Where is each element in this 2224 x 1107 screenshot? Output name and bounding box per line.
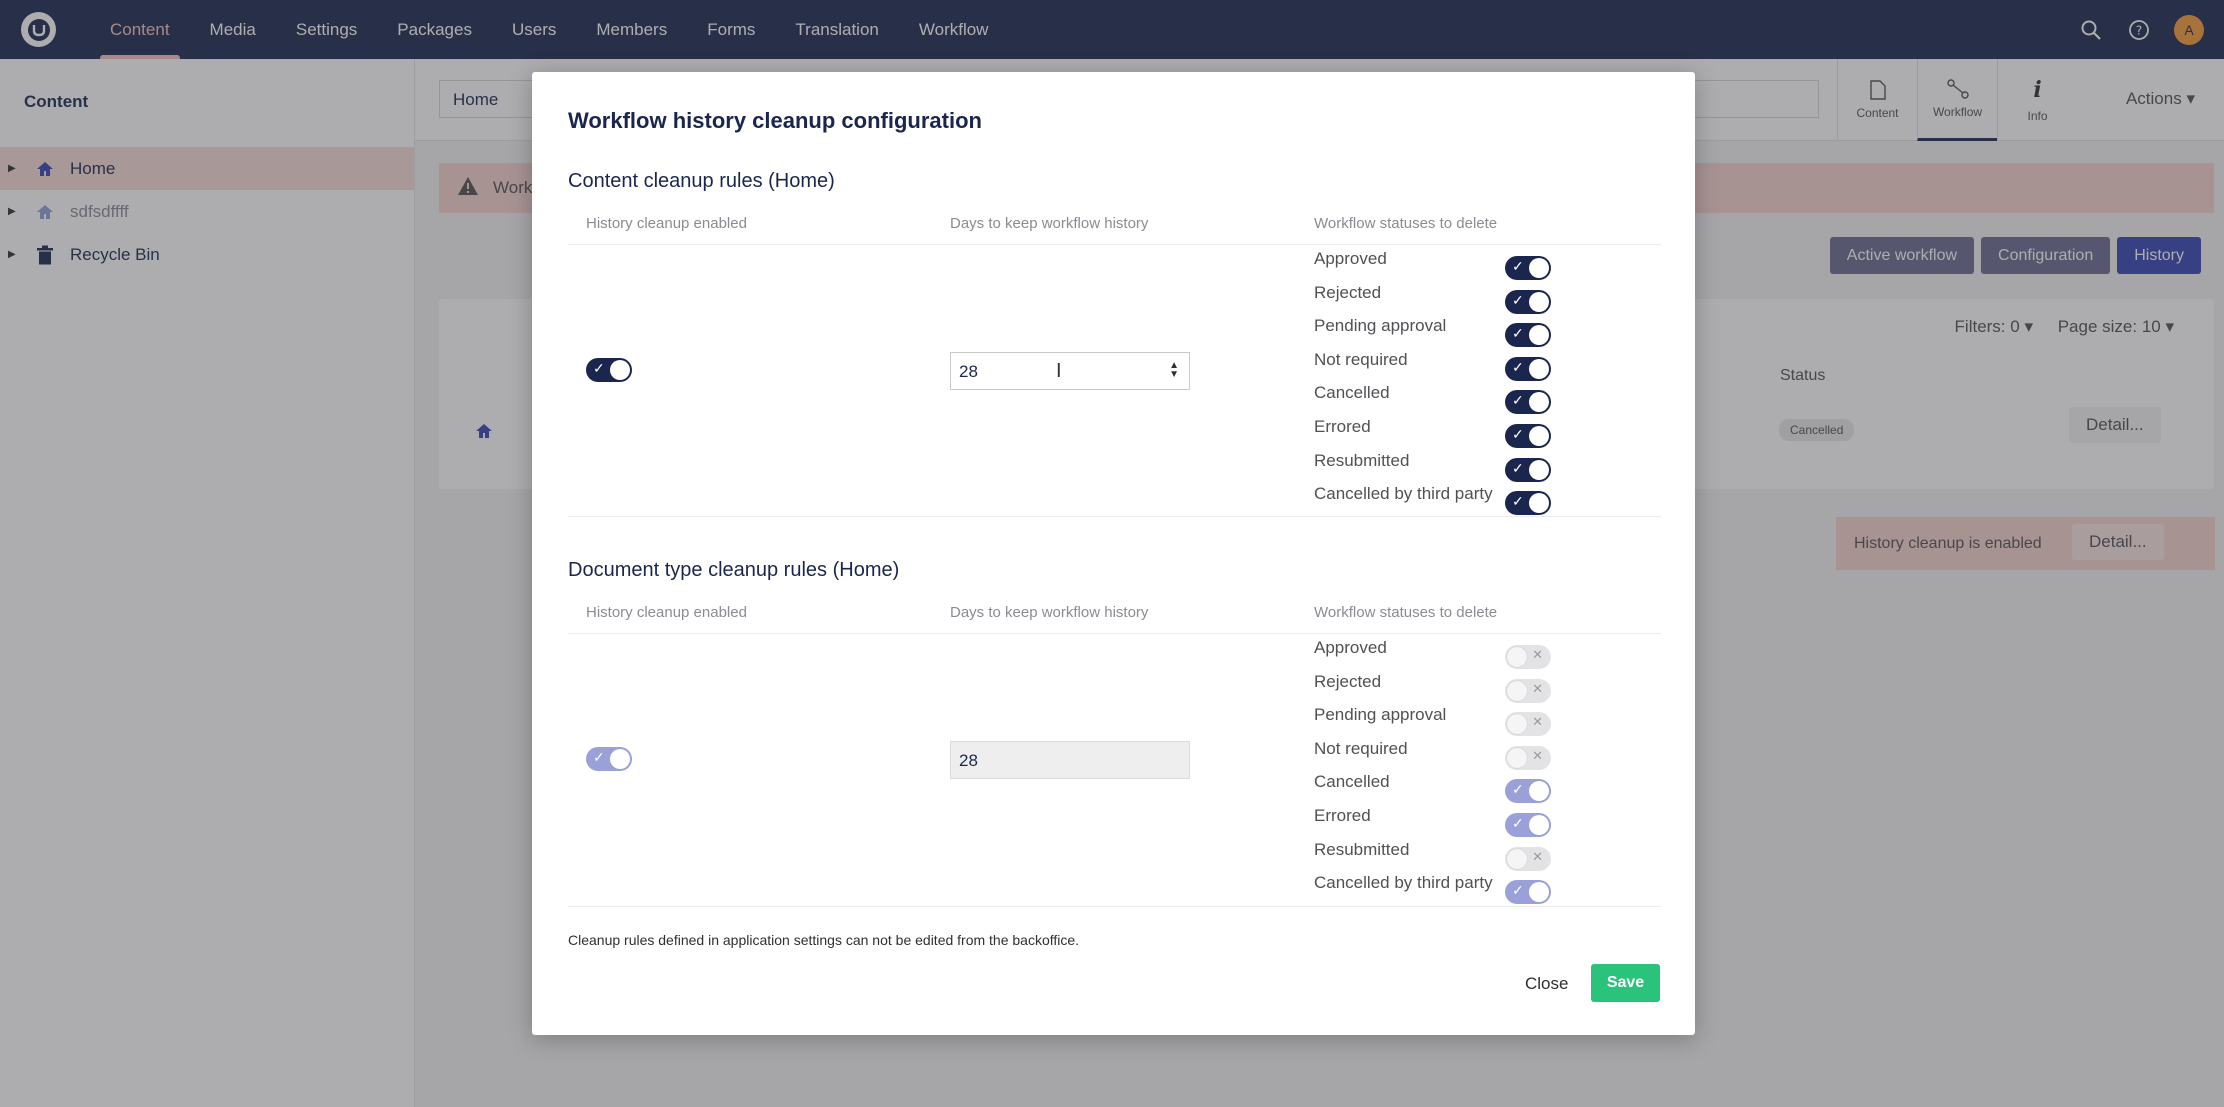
status-label: Cancelled bbox=[1314, 772, 1390, 792]
content-rules-row: ✓ 28 I ▲ ▼ Approved ✓ Rejected ✓ Pending appr… bbox=[568, 244, 1661, 517]
doctype-status-row: Not required ✕ bbox=[1314, 739, 1574, 773]
doctype-status-row: Cancelled by third party ✓ bbox=[1314, 873, 1574, 907]
status-label: Pending approval bbox=[1314, 316, 1447, 336]
col-head-enabled: History cleanup enabled bbox=[586, 215, 747, 232]
content-status-row: Not required ✓ bbox=[1314, 350, 1574, 384]
col-head-statuses: Workflow statuses to delete bbox=[1314, 604, 1498, 621]
status-label: Not required bbox=[1314, 738, 1408, 758]
col-head-days: Days to keep workflow history bbox=[950, 215, 1149, 232]
close-button[interactable]: Close bbox=[1525, 974, 1568, 994]
content-status-row: Resubmitted ✓ bbox=[1314, 451, 1574, 485]
number-spinner[interactable]: ▲ ▼ bbox=[1169, 361, 1179, 380]
doctype-status-toggle: ✓ bbox=[1505, 813, 1551, 837]
content-cleanup-enabled-toggle[interactable]: ✓ bbox=[586, 358, 632, 382]
status-label: Rejected bbox=[1314, 671, 1382, 691]
doctype-status-toggle: ✓ bbox=[1505, 779, 1551, 804]
status-label: Rejected bbox=[1314, 282, 1382, 302]
doctype-status-row: Errored ✓ bbox=[1314, 806, 1574, 840]
col-head-statuses: Workflow statuses to delete bbox=[1314, 215, 1498, 232]
doctype-status-toggle: ✕ bbox=[1505, 745, 1551, 770]
content-status-row: Pending approval ✓ bbox=[1314, 316, 1574, 350]
content-status-toggle[interactable]: ✓ bbox=[1505, 323, 1551, 348]
content-days-value: 28 bbox=[959, 362, 978, 381]
save-button[interactable]: Save bbox=[1591, 964, 1660, 1002]
doctype-status-row: Resubmitted ✕ bbox=[1314, 840, 1574, 874]
content-status-toggle[interactable]: ✓ bbox=[1505, 491, 1551, 516]
text-cursor-icon: I bbox=[1056, 360, 1062, 382]
status-label: Approved bbox=[1314, 249, 1387, 268]
content-status-toggle[interactable]: ✓ bbox=[1505, 390, 1551, 415]
status-label: Cancelled bbox=[1314, 383, 1390, 403]
status-label: Resubmitted bbox=[1314, 839, 1410, 859]
doctype-days-value: 28 bbox=[959, 751, 978, 770]
content-rules-title: Content cleanup rules (Home) bbox=[568, 170, 835, 192]
content-status-row: Approved ✓ bbox=[1314, 249, 1574, 283]
content-status-toggle[interactable]: ✓ bbox=[1505, 256, 1551, 280]
content-status-list: Approved ✓ Rejected ✓ Pending approval ✓ Not r… bbox=[1314, 245, 1614, 518]
content-status-row: Cancelled by third party ✓ bbox=[1314, 484, 1574, 518]
doctype-rules-title: Document type cleanup rules (Home) bbox=[568, 559, 900, 581]
col-head-days: Days to keep workflow history bbox=[950, 604, 1149, 621]
status-label: Resubmitted bbox=[1314, 450, 1410, 470]
content-status-row: Cancelled ✓ bbox=[1314, 383, 1574, 417]
dialog-footnote: Cleanup rules defined in application set… bbox=[568, 932, 1080, 948]
doctype-status-toggle: ✕ bbox=[1505, 712, 1551, 737]
doctype-status-toggle: ✕ bbox=[1505, 678, 1551, 703]
status-label: Approved bbox=[1314, 638, 1387, 657]
content-status-row: Errored ✓ bbox=[1314, 417, 1574, 451]
doctype-status-toggle: ✕ bbox=[1505, 645, 1551, 669]
status-label: Cancelled by third party bbox=[1314, 873, 1493, 893]
doctype-status-row: Cancelled ✓ bbox=[1314, 772, 1574, 806]
doctype-status-row: Rejected ✕ bbox=[1314, 672, 1574, 706]
status-label: Errored bbox=[1314, 417, 1371, 436]
doctype-days-input: 28 bbox=[950, 741, 1190, 779]
doctype-status-toggle: ✓ bbox=[1505, 880, 1551, 905]
status-label: Cancelled by third party bbox=[1314, 484, 1493, 504]
doctype-status-list: Approved ✕ Rejected ✕ Pending approval ✕ Not r… bbox=[1314, 634, 1614, 908]
cleanup-config-dialog: Workflow history cleanup configuration C… bbox=[532, 72, 1695, 1035]
status-label: Errored bbox=[1314, 806, 1371, 825]
content-status-row: Rejected ✓ bbox=[1314, 283, 1574, 317]
dialog-title: Workflow history cleanup configuration bbox=[568, 108, 982, 133]
doctype-status-row: Pending approval ✕ bbox=[1314, 705, 1574, 739]
content-status-toggle[interactable]: ✓ bbox=[1505, 356, 1551, 381]
content-status-toggle[interactable]: ✓ bbox=[1505, 424, 1551, 448]
doctype-status-toggle: ✕ bbox=[1505, 846, 1551, 871]
doctype-cleanup-enabled-toggle: ✓ bbox=[586, 747, 632, 771]
content-status-toggle[interactable]: ✓ bbox=[1505, 289, 1551, 314]
content-days-input[interactable]: 28 I ▲ ▼ bbox=[950, 352, 1190, 390]
col-head-enabled: History cleanup enabled bbox=[586, 604, 747, 621]
doctype-status-row: Approved ✕ bbox=[1314, 638, 1574, 672]
content-status-toggle[interactable]: ✓ bbox=[1505, 457, 1551, 482]
doctype-rules-row: ✓ 28 Approved ✕ Rejected ✕ Pending approval ✕… bbox=[568, 633, 1661, 907]
status-label: Pending approval bbox=[1314, 705, 1447, 725]
status-label: Not required bbox=[1314, 349, 1408, 369]
